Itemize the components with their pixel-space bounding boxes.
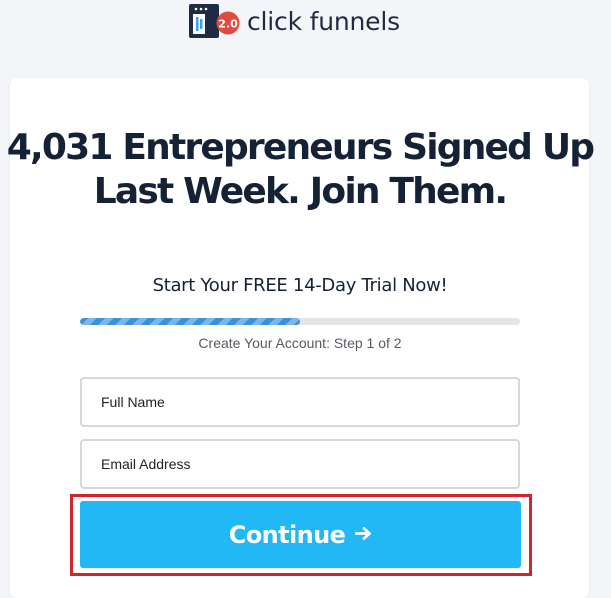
continue-button[interactable]: Continue	[80, 501, 521, 568]
full-name-input[interactable]	[80, 377, 520, 427]
progress-bar	[80, 318, 520, 325]
progress-bar-fill	[80, 318, 300, 325]
headline: 4,031 Entrepreneurs Signed Up Last Week.…	[6, 127, 595, 212]
clickfunnels-logo: 2.0 click funnels	[188, 2, 400, 40]
email-input[interactable]	[80, 439, 520, 489]
logo-badge-text: 2.0	[218, 18, 238, 31]
step-label: Create Your Account: Step 1 of 2	[198, 335, 402, 351]
logo-text: click funnels	[247, 6, 400, 36]
logo-mark: 2.0	[188, 3, 242, 39]
subheadline: Start Your FREE 14-Day Trial Now!	[152, 275, 448, 296]
continue-button-label: Continue	[228, 520, 346, 549]
arrow-right-icon	[354, 522, 372, 547]
